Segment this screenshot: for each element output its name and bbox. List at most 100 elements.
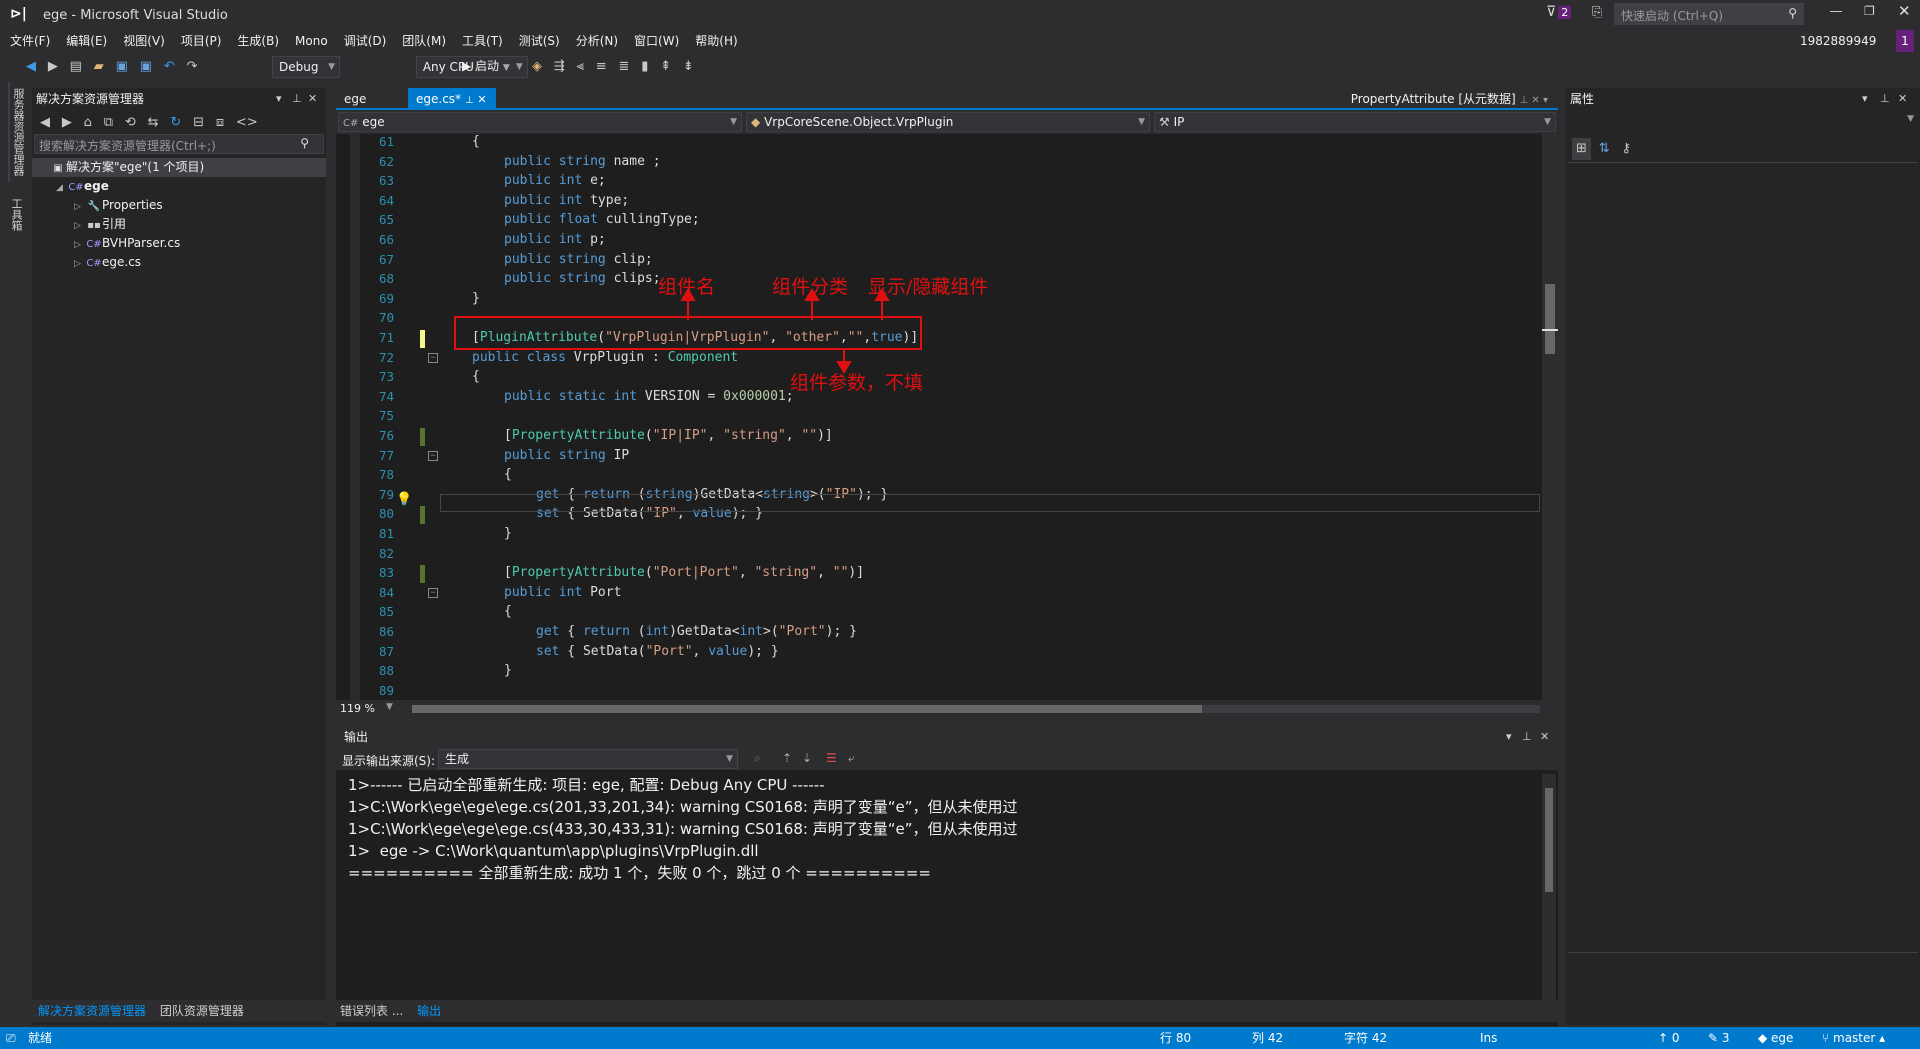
close-icon[interactable]: ✕ (1540, 726, 1549, 748)
find-message-icon[interactable]: ⌕ (754, 751, 761, 766)
tab-team-explorer[interactable]: 团队资源管理器 (156, 1000, 248, 1022)
prev-message-icon[interactable]: ⇡ (782, 751, 792, 765)
close-icon[interactable]: ✕ (308, 88, 317, 110)
repository[interactable]: ◆ ege (1758, 1027, 1793, 1049)
tab-ege-cs[interactable]: ege.cs* ⊥ ✕ (408, 88, 496, 110)
refresh-icon[interactable]: ↻ (166, 112, 185, 134)
collapse-all-icon[interactable]: ⊟ (189, 112, 208, 134)
next-bookmark-icon[interactable]: ⇟ (679, 56, 698, 78)
quick-launch-input[interactable]: 快速启动 (Ctrl+Q) ⚲ (1614, 3, 1804, 25)
member-dropdown[interactable]: ⚒ IP ▼ (1154, 112, 1556, 132)
menu-item[interactable]: 项目(P) (173, 30, 230, 52)
menu-item[interactable]: 窗口(W) (626, 30, 687, 52)
clear-all-icon[interactable]: ☰ (826, 751, 837, 765)
output-text[interactable]: 1>------ 已启动全部重新生成: 项目: ege, 配置: Debug A… (336, 770, 1558, 888)
back-icon[interactable]: ◀ (22, 56, 40, 78)
feedback-icon[interactable]: ⎘ (1592, 5, 1602, 20)
config-dropdown[interactable]: Debug ▼ (272, 56, 340, 78)
menu-item[interactable]: 调试(D) (336, 30, 395, 52)
tab-solution-explorer[interactable]: 解决方案资源管理器 (32, 1000, 152, 1022)
class-dropdown[interactable]: ◆ VrpCoreScene.Object.VrpPlugin ▼ (746, 112, 1150, 132)
menu-item[interactable]: 生成(B) (229, 30, 287, 52)
dropdown-icon[interactable]: ▾ (1506, 726, 1512, 748)
properties-object-dropdown[interactable]: ▼ (1568, 112, 1918, 132)
pin-icon[interactable]: ⊥ (1522, 726, 1532, 748)
open-icon[interactable]: ▰ (90, 56, 108, 78)
home-icon[interactable]: ⌂ (80, 112, 96, 134)
undo-icon[interactable]: ↶ (160, 56, 179, 78)
prev-bookmark-icon[interactable]: ⇞ (656, 56, 675, 78)
branch[interactable]: ⑂ master ▴ (1822, 1027, 1885, 1049)
code-view-icon[interactable]: <> (232, 112, 262, 134)
code-editor[interactable]: 61{62 public string name ; 63 public int e;… (336, 134, 1542, 700)
dropdown-icon[interactable]: ▾ (276, 88, 282, 110)
save-all-icon[interactable]: ▣ (136, 56, 156, 78)
horizontal-scrollbar[interactable] (412, 705, 1540, 713)
tree-item[interactable]: ▣ 解决方案"ege"(1 个项目) (32, 158, 326, 177)
pending-changes[interactable]: ✎ 3 (1708, 1027, 1730, 1049)
format-icon[interactable]: ⫷ (573, 56, 588, 78)
collapsed-arrow-icon[interactable]: ▷ (74, 255, 86, 274)
dropdown-icon[interactable]: ▾ (1862, 88, 1868, 110)
menu-item[interactable]: 团队(M) (394, 30, 454, 52)
word-wrap-icon[interactable]: ⤶ (848, 751, 855, 766)
close-tab-icon[interactable]: ✕ (477, 93, 486, 106)
alphabetical-icon[interactable]: ⇅ (1595, 138, 1614, 160)
user-name[interactable]: 1982889949 (1800, 34, 1876, 48)
menu-item[interactable]: 文件(F) (2, 30, 58, 52)
step-icon[interactable]: ⇶ (550, 56, 569, 78)
menu-item[interactable]: 编辑(E) (58, 30, 115, 52)
close-icon[interactable]: ✕ (1898, 88, 1907, 110)
menu-item[interactable]: 工具(T) (454, 30, 511, 52)
next-message-icon[interactable]: ⇣ (802, 751, 812, 765)
toolbox-tab[interactable]: 工具箱 (8, 192, 24, 237)
tree-item[interactable]: ◢ C#ege (32, 177, 326, 196)
save-icon[interactable]: ▣ (112, 56, 132, 78)
tree-item[interactable]: ▷ ▪▪引用 (32, 215, 326, 234)
forward-icon[interactable]: ▶ (44, 56, 62, 78)
pin-icon[interactable]: ⊥ (292, 88, 302, 110)
scroll-thumb[interactable] (412, 705, 1202, 713)
menu-item[interactable]: 测试(S) (511, 30, 568, 52)
menu-item[interactable]: 视图(V) (115, 30, 173, 52)
code-vertical-scrollbar[interactable] (1542, 134, 1558, 700)
tree-item[interactable]: ▷ 🔧 Properties (32, 196, 326, 215)
forward-icon[interactable]: ▶ (58, 112, 76, 134)
categorized-icon[interactable]: ⊞ (1572, 138, 1591, 160)
property-pages-icon[interactable]: ⚷ (1617, 138, 1635, 160)
bookmark-icon[interactable]: ▮ (637, 56, 652, 78)
scroll-thumb[interactable] (1545, 284, 1555, 354)
minimize-button[interactable]: ― (1830, 4, 1842, 18)
tab-property-attribute[interactable]: PropertyAttribute [从元数据] ⊥ ✕ ▾ (1316, 88, 1556, 110)
project-dropdown[interactable]: C# ege ▼ (338, 112, 742, 132)
pending-changes-icon[interactable]: ⟲ (121, 112, 140, 134)
sync-icon[interactable]: ⇆ (144, 112, 163, 134)
output-source-dropdown[interactable]: 生成 ▼ (438, 749, 738, 769)
tab-ege[interactable]: ege (336, 88, 408, 110)
pin-icon[interactable]: ⊥ (465, 95, 474, 106)
new-project-icon[interactable]: ▤ (66, 56, 86, 78)
pin-icon[interactable]: ⊥ (1880, 88, 1890, 110)
server-explorer-tab[interactable]: 服务器资源管理器 (8, 82, 26, 182)
notification-icon[interactable]: ⊽ 2 (1546, 4, 1572, 20)
menu-item[interactable]: Mono (287, 30, 336, 52)
comment-icon[interactable]: ≡ (592, 56, 611, 78)
show-all-files-icon[interactable]: ⧈ (212, 112, 228, 134)
tree-item[interactable]: ▷ C#ege.cs (32, 253, 326, 272)
output-vertical-scrollbar[interactable] (1542, 774, 1556, 1014)
zoom-dropdown[interactable]: 119 % (340, 702, 375, 715)
browser-link-icon[interactable]: ◈ (528, 56, 546, 78)
maximize-button[interactable]: ❐ (1864, 4, 1875, 18)
solution-search-input[interactable]: 搜索解决方案资源管理器(Ctrl+;) ⚲ (34, 134, 324, 154)
tab-output[interactable]: 输出 (411, 1000, 447, 1022)
uncomment-icon[interactable]: ≣ (614, 56, 633, 78)
back-icon[interactable]: ◀ (36, 112, 54, 134)
menu-item[interactable]: 帮助(H) (687, 30, 745, 52)
tree-item[interactable]: ▷ C#BVHParser.cs (32, 234, 326, 253)
close-window-button[interactable]: ✕ (1898, 2, 1911, 20)
menu-item[interactable]: 分析(N) (568, 30, 626, 52)
redo-icon[interactable]: ↷ (183, 56, 202, 78)
user-badge[interactable]: 1 (1896, 30, 1914, 52)
scroll-thumb[interactable] (1545, 788, 1553, 892)
switch-views-icon[interactable]: ⧉ (100, 112, 117, 134)
